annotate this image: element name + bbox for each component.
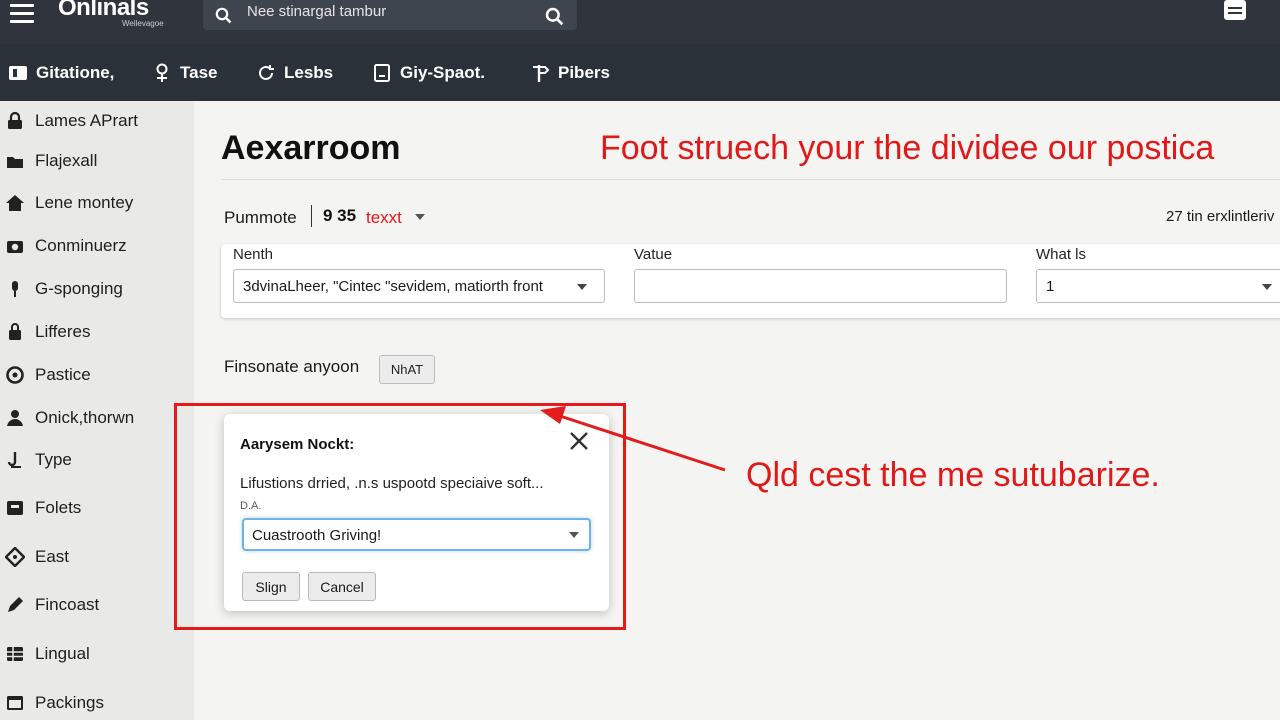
- nav-item-gitatione[interactable]: Gitatione,: [8, 63, 114, 83]
- sidebar-item-label: Lingual: [35, 644, 90, 663]
- annotation-highlight-box: [174, 403, 626, 630]
- sidebar-item-label: Type: [35, 450, 72, 469]
- sidebar-item-label: Folets: [35, 498, 82, 517]
- sidebar-item-label: East: [35, 547, 70, 566]
- sidebar: Lames APrart Flajexall Lene montey Conmi…: [0, 101, 194, 720]
- page-title: Aexarroom: [221, 129, 401, 167]
- pen-icon: [8, 597, 23, 612]
- search-input[interactable]: Nee stinargal tambur: [247, 3, 386, 20]
- nav-item-giy-spaot[interactable]: Giy-Spaot.: [372, 63, 485, 83]
- filter-separator: [311, 205, 312, 227]
- sidebar-item-label: Lames APrart: [35, 111, 138, 130]
- document-icon: [374, 64, 390, 82]
- nav-item-label: Gitatione,: [36, 63, 115, 82]
- document-icon[interactable]: [1224, 0, 1246, 20]
- sidebar-item-type[interactable]: Type: [0, 445, 72, 475]
- nav-bar: Gitatione, Tase Lesbs Giy-Spaot. Pibers: [0, 44, 1280, 101]
- sidebar-item-label: Flajexall: [35, 151, 98, 170]
- sidebar-item-lifferes[interactable]: Lifferes: [0, 317, 90, 347]
- filter-label: Pummote: [224, 208, 297, 227]
- sidebar-item-label: Onick,thorwn: [35, 408, 135, 427]
- form-card: Nenth 3dvinaLheer, "Cintec "sevidem, mat…: [221, 244, 1280, 318]
- top-bar: Onlinals Wellevagoe Nee stinargal tambur: [0, 0, 1280, 44]
- chevron-down-icon: [577, 284, 587, 290]
- sidebar-item-fincoast[interactable]: Fincoast: [0, 590, 99, 620]
- search-icon: [215, 7, 232, 24]
- nav-item-lesbs[interactable]: Lesbs: [256, 63, 333, 83]
- archive-icon: [7, 501, 23, 515]
- nav-item-label: Pibers: [558, 63, 610, 82]
- sidebar-item-east[interactable]: East: [0, 542, 69, 572]
- person-icon: [156, 63, 168, 82]
- person-label: Finsonate anyoon: [224, 357, 360, 376]
- nhat-button[interactable]: NhAT: [379, 355, 435, 384]
- nav-item-label: Tase: [180, 63, 218, 82]
- home-icon: [6, 195, 24, 211]
- chevron-down-icon[interactable]: [415, 214, 425, 220]
- user-icon: [7, 410, 23, 426]
- sidebar-item-label: Conminuerz: [35, 236, 127, 255]
- nav-item-pibers[interactable]: Pibers: [530, 63, 610, 83]
- microphone-icon: [12, 281, 18, 297]
- nav-item-tase[interactable]: Tase: [152, 63, 218, 83]
- field-vatue-label: Vatue: [634, 246, 673, 263]
- hook-icon: [7, 452, 21, 468]
- field-what-value: 1: [1046, 278, 1055, 295]
- result-count: 27 tin erxlintleriv: [1166, 208, 1275, 225]
- field-what-select[interactable]: 1: [1036, 269, 1280, 303]
- sidebar-item-label: Lene montey: [35, 193, 134, 212]
- sidebar-item-lames-aprart[interactable]: Lames APrart: [0, 106, 138, 136]
- promo-banner-text: Foot struech your the dividee our postic…: [600, 129, 1215, 167]
- sidebar-item-packings[interactable]: Packings: [0, 688, 104, 718]
- window-icon: [7, 696, 23, 710]
- nav-item-label: Lesbs: [284, 63, 334, 82]
- sidebar-item-flajexall[interactable]: Flajexall: [0, 146, 97, 176]
- folder-icon: [7, 157, 23, 168]
- field-nenth-label: Nenth: [233, 246, 274, 263]
- sidebar-item-label: Packings: [35, 693, 104, 712]
- field-nenth-value: 3dvinaLheer, "Cintec "sevidem, matiorth …: [243, 278, 543, 295]
- divider: [221, 179, 1280, 180]
- sidebar-item-onick-thorwn[interactable]: Onick,thorwn: [0, 403, 134, 433]
- tag-icon: [5, 547, 25, 567]
- search-bar[interactable]: Nee stinargal tambur: [203, 0, 577, 30]
- sidebar-item-lingual[interactable]: Lingual: [0, 639, 90, 669]
- refresh-icon: [259, 65, 274, 80]
- circle-icon: [6, 366, 24, 384]
- filter-dropdown-text[interactable]: texxt: [366, 208, 402, 228]
- filter-number: 9 35: [323, 206, 357, 225]
- sidebar-item-label: Pastice: [35, 365, 91, 384]
- camera-icon: [7, 241, 23, 253]
- sidebar-item-folets[interactable]: Folets: [0, 493, 81, 523]
- sidebar-item-pastice[interactable]: Pastice: [0, 360, 91, 390]
- sidebar-item-g-sponging[interactable]: G-sponging: [0, 274, 123, 304]
- sidebar-item-label: Fincoast: [35, 595, 100, 614]
- lock-icon: [9, 323, 21, 340]
- signpost-icon: [533, 65, 550, 82]
- book-icon: [9, 66, 27, 80]
- sidebar-item-conminuerz[interactable]: Conminuerz: [0, 231, 127, 261]
- search-submit-icon[interactable]: [545, 7, 564, 26]
- field-what-label: What ls: [1036, 246, 1087, 263]
- chevron-down-icon: [1262, 284, 1272, 290]
- annotation-text: Qld cest the me sutubarize.: [746, 456, 1160, 494]
- sidebar-item-label: G-sponging: [35, 279, 123, 298]
- lock-icon: [8, 111, 22, 129]
- field-vatue-input[interactable]: [634, 269, 1007, 303]
- sidebar-item-lene-montey[interactable]: Lene montey: [0, 188, 133, 218]
- menu-icon[interactable]: [10, 4, 34, 24]
- field-nenth-select[interactable]: 3dvinaLheer, "Cintec "sevidem, matiorth …: [233, 269, 605, 303]
- sidebar-item-label: Lifferes: [35, 322, 91, 341]
- grid-icon: [7, 647, 23, 661]
- app-logo-subtitle: Wellevagoe: [122, 19, 164, 28]
- nav-item-label: Giy-Spaot.: [400, 63, 486, 82]
